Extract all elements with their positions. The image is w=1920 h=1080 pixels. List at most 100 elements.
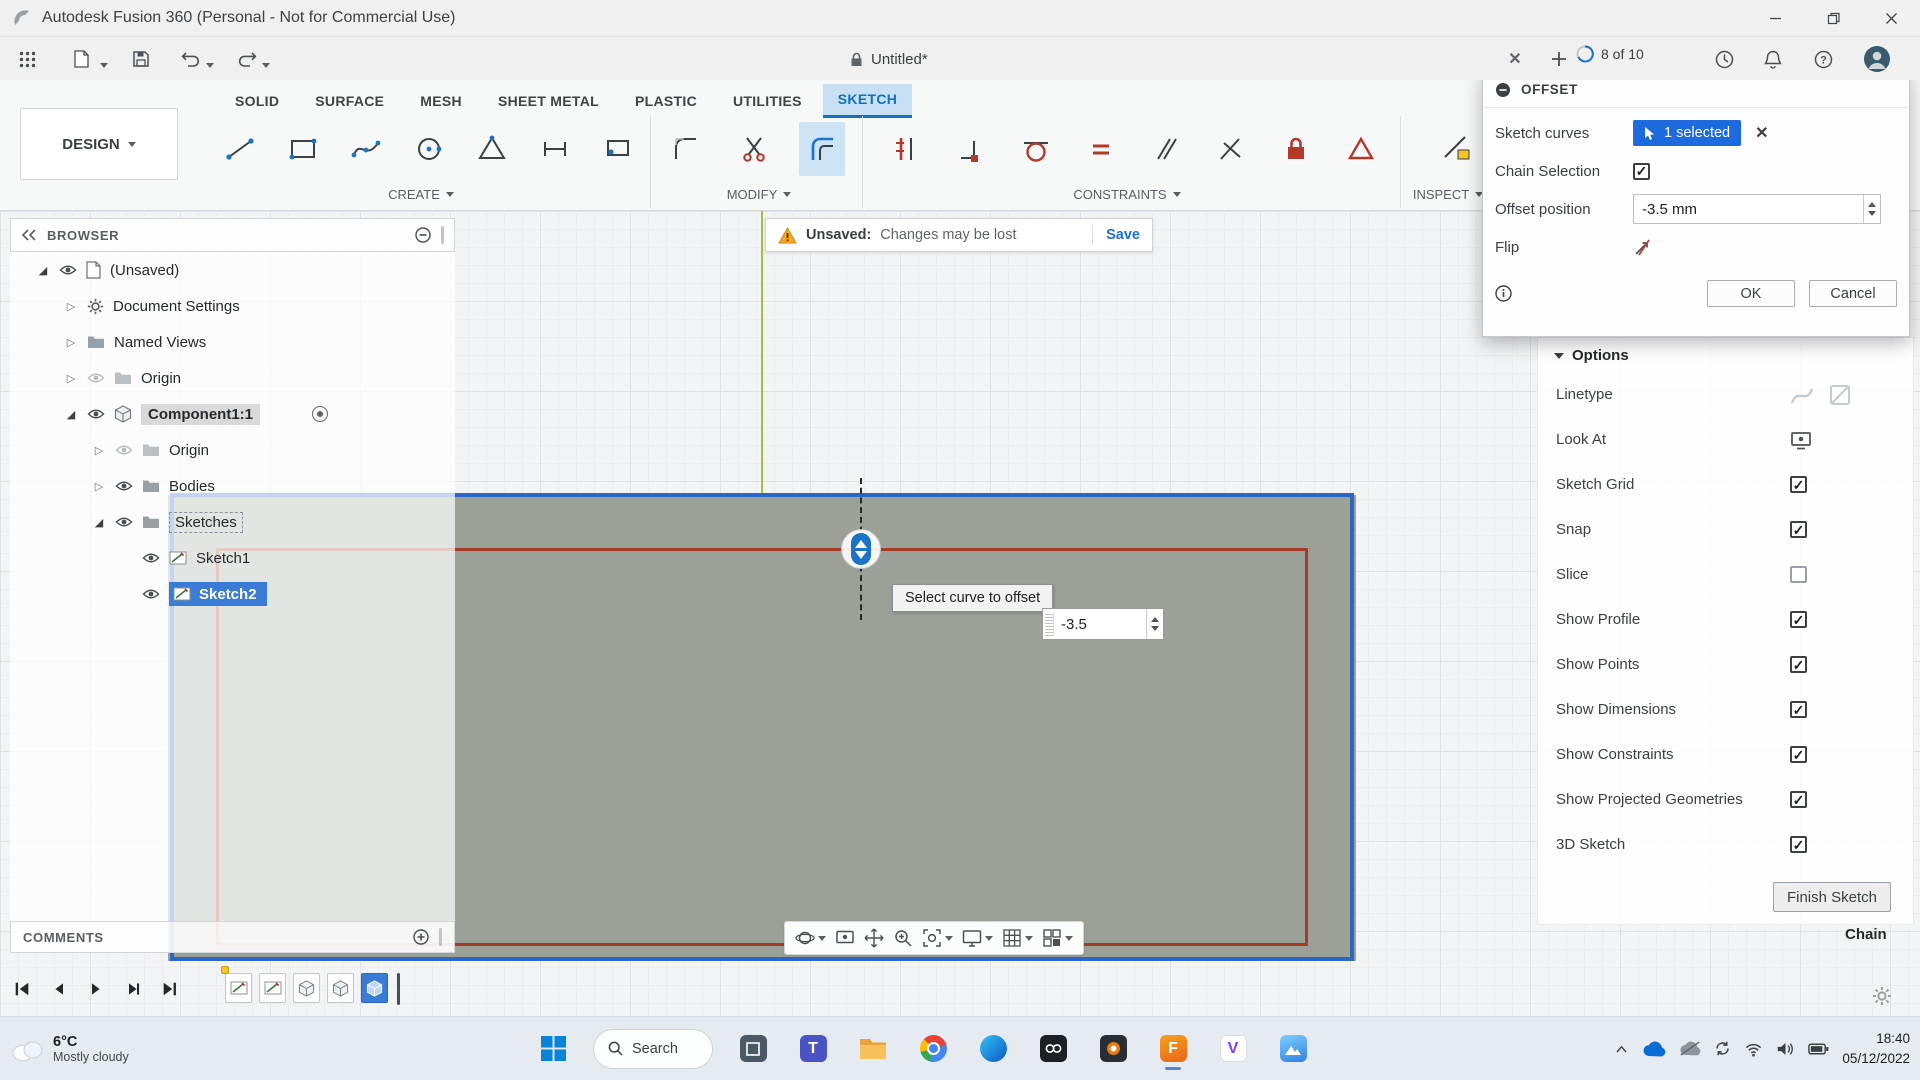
finish-sketch-button[interactable]: Finish Sketch <box>1773 882 1891 912</box>
expander-icon[interactable]: ▷ <box>92 444 106 457</box>
timeline-position-marker[interactable] <box>397 973 400 1005</box>
expander-icon[interactable]: ▷ <box>64 372 78 385</box>
close-tab-icon[interactable]: ✕ <box>1500 44 1530 74</box>
dropdown-caret[interactable] <box>985 935 993 941</box>
show-constraints-checkbox[interactable] <box>1790 746 1807 763</box>
eye-hidden-icon[interactable] <box>115 441 133 459</box>
expander-icon[interactable]: ◢ <box>92 516 106 529</box>
expander-icon[interactable]: ◢ <box>64 408 78 421</box>
offset-value-inline-input[interactable] <box>1042 608 1164 640</box>
eye-icon[interactable] <box>142 549 160 567</box>
teams-icon[interactable]: T <box>793 1029 833 1069</box>
edge-icon[interactable] <box>973 1029 1013 1069</box>
browser-item-document-settings[interactable]: ▷ Document Settings <box>10 288 455 324</box>
options-header[interactable]: Options <box>1538 338 1913 364</box>
dropdown-caret[interactable] <box>1025 935 1033 941</box>
redo-button[interactable] <box>232 44 262 74</box>
show-points-checkbox[interactable] <box>1790 656 1807 673</box>
create-group-dropdown[interactable]: CREATE <box>366 183 476 205</box>
timeline-step-back-button[interactable] <box>47 977 71 1001</box>
tab-mesh[interactable]: MESH <box>405 84 477 118</box>
browser-item-origin-root[interactable]: ▷ Origin <box>10 360 455 396</box>
look-at-tool[interactable] <box>835 928 855 948</box>
browser-item-component1[interactable]: ◢ Component1:1 <box>10 396 455 432</box>
tangent-constraint[interactable] <box>1013 122 1059 176</box>
sketch-grid-checkbox[interactable] <box>1790 476 1807 493</box>
look-at-icon[interactable] <box>1790 429 1812 451</box>
value-spinner[interactable] <box>1146 609 1163 639</box>
point-tool[interactable] <box>595 122 641 176</box>
job-status-icon[interactable] <box>1709 44 1739 74</box>
drag-grip[interactable] <box>1045 612 1054 636</box>
expander-icon[interactable]: ▷ <box>92 480 106 493</box>
perpendicular-constraint[interactable] <box>1208 122 1254 176</box>
browser-item-sketches[interactable]: ◢ Sketches <box>10 504 455 540</box>
browser-item-sketch1[interactable]: Sketch1 <box>10 540 455 576</box>
file-menu-icon[interactable] <box>66 44 96 74</box>
eye-hidden-icon[interactable] <box>87 369 105 387</box>
timeline-feature-box-2[interactable] <box>327 973 354 1003</box>
weather-widget[interactable]: 6°C Mostly cloudy <box>0 1034 200 1064</box>
expander-icon[interactable]: ▷ <box>64 336 78 349</box>
offset-tool-active[interactable] <box>799 122 845 176</box>
measure-tool[interactable] <box>1434 122 1480 176</box>
restore-window-button[interactable] <box>1804 0 1862 37</box>
user-avatar[interactable] <box>1862 44 1892 74</box>
new-document-icon[interactable] <box>1544 44 1574 74</box>
polygon-tool[interactable] <box>469 122 515 176</box>
browser-item-sketch2-selected[interactable]: Sketch2 <box>10 576 455 612</box>
show-dimensions-checkbox[interactable] <box>1790 701 1807 718</box>
v-app-icon[interactable]: V <box>1213 1029 1253 1069</box>
eye-icon[interactable] <box>115 513 133 531</box>
rectangle-tool[interactable] <box>280 122 326 176</box>
3d-sketch-checkbox[interactable] <box>1790 836 1807 853</box>
grid-snap-tool[interactable] <box>1002 928 1033 948</box>
cancel-button[interactable]: Cancel <box>1809 280 1897 307</box>
timeline-feature-box-1[interactable] <box>293 973 320 1003</box>
browser-item-bodies[interactable]: ▷ Bodies <box>10 468 455 504</box>
dropdown-caret[interactable] <box>818 935 826 941</box>
linetype-construction-icon[interactable] <box>1828 383 1852 407</box>
horizontal-vertical-constraint[interactable] <box>883 122 929 176</box>
minimize-panel-icon[interactable] <box>415 227 431 243</box>
save-button[interactable] <box>126 44 156 74</box>
file-menu-caret[interactable] <box>100 55 108 72</box>
symmetry-constraint[interactable] <box>1338 122 1384 176</box>
help-icon[interactable]: ? <box>1808 44 1838 74</box>
file-explorer-icon[interactable] <box>853 1029 893 1069</box>
tray-chevron-icon[interactable] <box>1614 1043 1629 1055</box>
value-spinner[interactable] <box>1863 195 1880 223</box>
timeline-play-button[interactable] <box>84 977 108 1001</box>
browser-item-named-views[interactable]: ▷ Named Views <box>10 324 455 360</box>
expander-icon[interactable]: ▷ <box>64 300 78 313</box>
cloud-paused-icon[interactable] <box>1679 1041 1701 1056</box>
taskbar-search[interactable]: Search <box>593 1028 713 1069</box>
undo-caret[interactable] <box>206 55 214 72</box>
battery-icon[interactable] <box>1808 1042 1829 1056</box>
browser-item-origin-component[interactable]: ▷ Origin <box>10 432 455 468</box>
offset-position-input[interactable] <box>1633 194 1881 224</box>
chrome-icon[interactable] <box>913 1029 953 1069</box>
expand-comments-icon[interactable] <box>413 929 429 945</box>
browser-item-unsaved[interactable]: ◢ (Unsaved) <box>10 252 455 288</box>
eye-icon[interactable] <box>142 585 160 603</box>
tab-sheet-metal[interactable]: SHEET METAL <box>483 84 614 118</box>
timeline-sketch1-feature[interactable] <box>225 973 252 1003</box>
sketch-dimension-tool[interactable] <box>532 122 578 176</box>
taskbar-clock[interactable]: 18:40 05/12/2022 <box>1842 1029 1910 1068</box>
constraints-group-dropdown[interactable]: CONSTRAINTS <box>1052 183 1202 205</box>
collapse-panel-icon[interactable] <box>21 229 37 241</box>
fusion-360-icon[interactable]: F <box>1153 1029 1193 1070</box>
dropdown-caret[interactable] <box>945 935 953 941</box>
photos-icon[interactable] <box>1273 1029 1313 1069</box>
circle-tool[interactable] <box>406 122 452 176</box>
spline-tool[interactable] <box>343 122 389 176</box>
modify-group-dropdown[interactable]: MODIFY <box>704 183 814 205</box>
tab-sketch[interactable]: SKETCH <box>822 84 913 118</box>
onedrive-icon[interactable] <box>1642 1041 1666 1057</box>
settings-gear-icon[interactable] <box>1872 986 1892 1006</box>
expander-icon[interactable]: ◢ <box>36 264 50 277</box>
minimize-window-button[interactable] <box>1746 0 1804 37</box>
offset-drag-handle[interactable] <box>841 529 881 569</box>
info-icon[interactable] <box>1495 285 1512 302</box>
